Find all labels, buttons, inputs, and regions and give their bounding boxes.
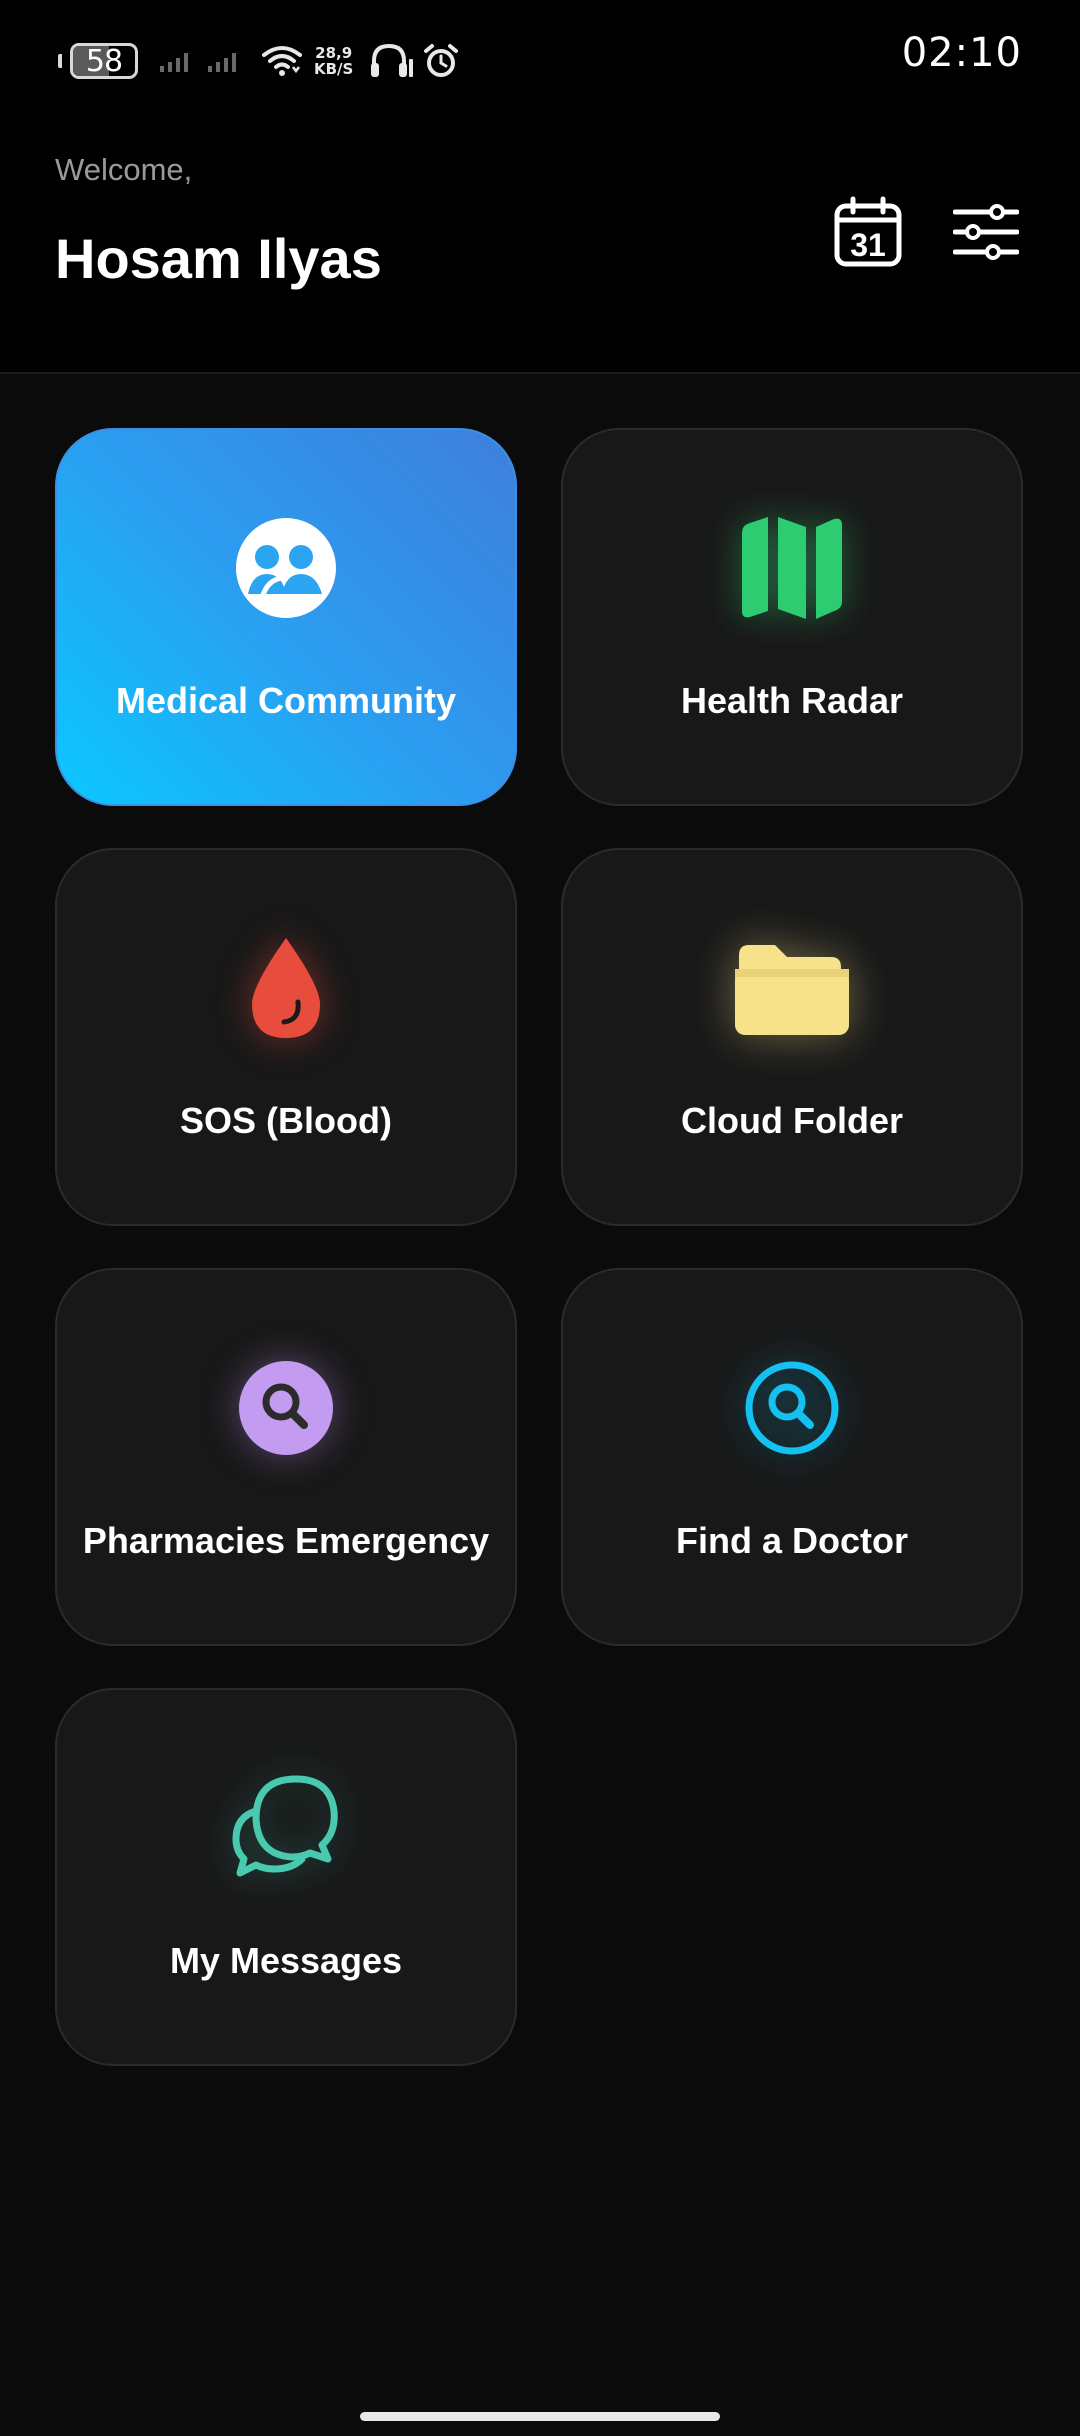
chat-bubbles-icon-wrap (226, 1768, 346, 1888)
user-name: Hosam Ilyas (55, 227, 382, 290)
battery-icon: 58 (70, 43, 138, 79)
header: Welcome, Hosam Ilyas 31 (0, 120, 1080, 374)
wifi-icon (262, 46, 302, 76)
alarm-icon (424, 44, 459, 77)
network-speed-value: 28,9 (315, 44, 353, 62)
card-label: My Messages (169, 1940, 403, 1981)
search-icon (745, 1361, 839, 1455)
card-label: SOS (Blood) (180, 1100, 392, 1141)
calendar-icon: 31 (834, 196, 902, 267)
community-icon (236, 518, 336, 618)
headphones-icon (371, 43, 414, 77)
welcome-text: Welcome, (55, 152, 193, 187)
home-indicator[interactable] (360, 2412, 720, 2421)
battery-level: 58 (85, 43, 123, 79)
calendar-day: 31 (850, 227, 886, 263)
calendar-button[interactable]: 31 (828, 192, 908, 272)
status-icons: 58 28,9 KB/S (58, 36, 459, 86)
doctor-search-icon-wrap (732, 1348, 852, 1468)
health-radar-card[interactable]: Health Radar (561, 428, 1023, 806)
signal-strength-icon (160, 53, 188, 72)
status-bar: 58 28,9 KB/S 02:10 (0, 0, 1080, 120)
filter-settings-button[interactable] (946, 192, 1026, 272)
map-icon (742, 517, 842, 619)
find-a-doctor-card[interactable]: Find a Doctor (561, 1268, 1023, 1646)
card-label: Pharmacies Emergency (82, 1520, 490, 1561)
feature-grid: Medical Community Health Radar SOS (Bloo… (0, 374, 1080, 2436)
chat-bubbles-icon (232, 1775, 338, 1877)
card-label: Find a Doctor (676, 1520, 908, 1561)
card-label: Health Radar (680, 680, 904, 721)
medical-community-card[interactable]: Medical Community (55, 428, 517, 806)
battery-terminal (58, 54, 62, 68)
folder-icon-wrap (732, 928, 852, 1048)
network-speed-unit: KB/S (314, 60, 354, 78)
card-label: Medical Community (115, 680, 457, 721)
clock: 02:10 (901, 30, 1022, 76)
my-messages-card[interactable]: My Messages (55, 1688, 517, 2066)
signal-strength-icon-2 (208, 53, 236, 72)
pharmacy-search-icon-wrap (226, 1348, 346, 1468)
blood-drop-icon (252, 938, 320, 1038)
network-speed: 28,9 KB/S (314, 45, 353, 77)
cloud-folder-card[interactable]: Cloud Folder (561, 848, 1023, 1226)
community-icon-wrap (226, 508, 346, 628)
sos-blood-card[interactable]: SOS (Blood) (55, 848, 517, 1226)
pharmacies-emergency-card[interactable]: Pharmacies Emergency (55, 1268, 517, 1646)
folder-icon (735, 945, 849, 1035)
sliders-icon (953, 204, 1019, 260)
blood-drop-icon-wrap (226, 928, 346, 1048)
map-icon-wrap (732, 508, 852, 628)
card-label: Cloud Folder (681, 1100, 903, 1141)
search-icon (239, 1361, 333, 1455)
